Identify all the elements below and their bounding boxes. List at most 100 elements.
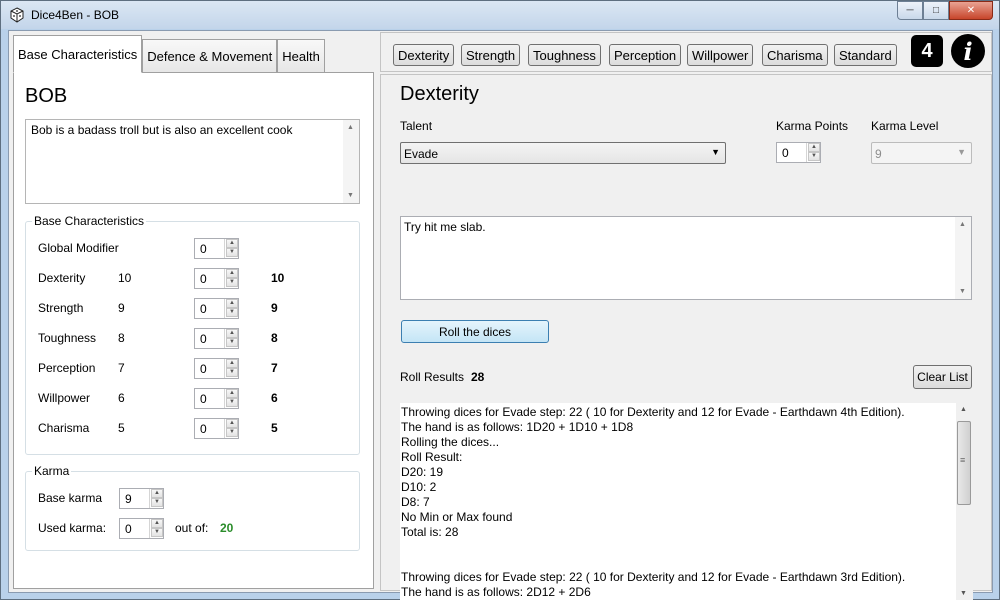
results-scrollbar[interactable]: ▲ ≡ ▼	[956, 403, 973, 600]
spin-down-icon[interactable]: ▼	[226, 398, 238, 407]
characteristic-base-value: 6	[118, 391, 125, 405]
spin-up-icon[interactable]: ▲	[808, 143, 820, 152]
strength-button[interactable]: Strength	[461, 44, 521, 66]
base-karma-spinner[interactable]: 9 ▲ ▼	[119, 488, 164, 509]
dexterity-button[interactable]: Dexterity	[393, 44, 455, 66]
spin-down-icon[interactable]: ▼	[808, 152, 820, 161]
scroll-down-icon[interactable]: ▼	[347, 192, 354, 199]
roll-results-list[interactable]: Throwing dices for Evade step: 22 ( 10 f…	[400, 403, 973, 600]
spin-down-icon[interactable]: ▼	[226, 368, 238, 377]
base-karma-label: Base karma	[38, 491, 103, 505]
spinner-value: 0	[782, 146, 789, 160]
tab-health[interactable]: Health	[277, 39, 325, 73]
spin-up-icon[interactable]: ▲	[226, 269, 238, 278]
left-tab-strip: Base Characteristics Defence & Movement …	[13, 35, 325, 73]
spin-down-icon[interactable]: ▼	[226, 338, 238, 347]
minimize-button[interactable]: ─	[897, 1, 923, 20]
edition-4-button[interactable]: 4	[911, 35, 943, 67]
characteristic-label: Charisma	[38, 421, 90, 435]
global-modifier-spinner[interactable]: 0 ▲ ▼	[194, 238, 239, 259]
dropdown-arrow-icon: ▼	[957, 147, 966, 157]
spin-up-icon[interactable]: ▲	[226, 239, 238, 248]
spin-up-icon[interactable]: ▲	[226, 359, 238, 368]
result-line: D20: 19	[401, 465, 444, 479]
description-scrollbar[interactable]: ▲ ▼	[343, 120, 359, 203]
minimize-icon: ─	[906, 5, 914, 16]
base-characteristics-panel: BOB Bob is a badass troll but is also an…	[13, 72, 374, 589]
note-scrollbar[interactable]: ▲ ▼	[955, 217, 971, 299]
characteristic-toolbar: Dexterity Strength Toughness Perception …	[380, 32, 992, 72]
spin-down-icon[interactable]: ▼	[226, 278, 238, 287]
willpower-button[interactable]: Willpower	[687, 44, 754, 66]
scroll-up-icon[interactable]: ▲	[960, 406, 967, 413]
close-icon: ✕	[966, 5, 976, 16]
characteristic-base-value: 9	[118, 301, 125, 315]
dice-app-icon	[10, 7, 24, 23]
spin-down-icon[interactable]: ▼	[226, 428, 238, 437]
spin-down-icon[interactable]: ▼	[226, 248, 238, 257]
result-line: Rolling the dices...	[401, 435, 500, 449]
scroll-up-icon[interactable]: ▲	[959, 221, 966, 228]
tab-base-characteristics[interactable]: Base Characteristics	[13, 35, 143, 73]
talent-select[interactable]: Evade ▼	[400, 142, 726, 164]
spinner-value: 0	[200, 272, 207, 286]
roll-dices-button[interactable]: Roll the dices	[401, 320, 549, 343]
scroll-up-icon[interactable]: ▲	[347, 124, 354, 131]
karma-level-label: Karma Level	[871, 119, 939, 133]
spin-up-icon[interactable]: ▲	[151, 519, 163, 528]
clear-list-button[interactable]: Clear List	[913, 365, 972, 389]
result-line	[401, 555, 905, 570]
toughness-modifier-spinner[interactable]: 0 ▲ ▼	[194, 328, 239, 349]
talent-note-text: Try hit me slab.	[404, 220, 486, 234]
spin-up-icon[interactable]: ▲	[226, 299, 238, 308]
selected-characteristic-title: Dexterity	[400, 83, 479, 105]
charisma-modifier-spinner[interactable]: 0 ▲ ▼	[194, 418, 239, 439]
scroll-grip-icon: ≡	[960, 455, 966, 465]
characteristic-total: 6	[271, 391, 278, 405]
scroll-down-icon[interactable]: ▼	[960, 590, 967, 597]
character-description-field[interactable]: Bob is a badass troll but is also an exc…	[25, 119, 360, 204]
spin-down-icon[interactable]: ▼	[226, 308, 238, 317]
info-icon[interactable]: i	[951, 34, 985, 68]
spinner-value: 0	[200, 362, 207, 376]
standard-button[interactable]: Standard	[834, 44, 897, 66]
spinner-value: 0	[200, 302, 207, 316]
dexterity-modifier-spinner[interactable]: 0 ▲ ▼	[194, 268, 239, 289]
karma-level-value: 9	[875, 147, 882, 161]
karma-group: Karma Base karma 9 ▲ ▼ Used karma: 0 ▲ ▼ o…	[25, 464, 360, 551]
characteristic-label: Dexterity	[38, 271, 86, 285]
maximize-button[interactable]: □	[923, 1, 949, 20]
spinner-value: 0	[200, 392, 207, 406]
result-line: Total is: 28	[401, 525, 459, 539]
spin-up-icon[interactable]: ▲	[151, 489, 163, 498]
characteristic-base-value: 8	[118, 331, 125, 345]
charisma-button[interactable]: Charisma	[762, 44, 828, 66]
dropdown-arrow-icon: ▼	[711, 147, 720, 157]
result-line: No Min or Max found	[401, 510, 513, 524]
spin-up-icon[interactable]: ▲	[226, 329, 238, 338]
result-line	[401, 540, 905, 555]
tab-defence-movement[interactable]: Defence & Movement	[142, 39, 278, 73]
perception-button[interactable]: Perception	[609, 44, 682, 66]
maximize-icon: □	[932, 5, 940, 16]
karma-points-spinner[interactable]: 0 ▲ ▼	[776, 142, 821, 163]
spin-up-icon[interactable]: ▲	[226, 389, 238, 398]
perception-modifier-spinner[interactable]: 0 ▲ ▼	[194, 358, 239, 379]
scroll-down-icon[interactable]: ▼	[959, 288, 966, 295]
spinner-value: 0	[125, 522, 132, 536]
used-karma-spinner[interactable]: 0 ▲ ▼	[119, 518, 164, 539]
spin-down-icon[interactable]: ▼	[151, 528, 163, 537]
talent-label: Talent	[400, 119, 433, 133]
base-karma-row: Base karma 9 ▲ ▼	[26, 488, 359, 509]
toughness-button[interactable]: Toughness	[528, 44, 601, 66]
spin-up-icon[interactable]: ▲	[226, 419, 238, 428]
title-bar[interactable]: Dice4Ben - BOB ─ □ ✕	[1, 1, 999, 29]
close-button[interactable]: ✕	[949, 1, 993, 20]
willpower-modifier-spinner[interactable]: 0 ▲ ▼	[194, 388, 239, 409]
characteristic-row-dexterity: Dexterity 10 0 ▲ ▼ 10	[26, 268, 359, 289]
characteristic-base-value: 7	[118, 361, 125, 375]
characteristic-total: 7	[271, 361, 278, 375]
strength-modifier-spinner[interactable]: 0 ▲ ▼	[194, 298, 239, 319]
spin-down-icon[interactable]: ▼	[151, 498, 163, 507]
talent-note-field[interactable]: Try hit me slab. ▲ ▼	[400, 216, 972, 300]
